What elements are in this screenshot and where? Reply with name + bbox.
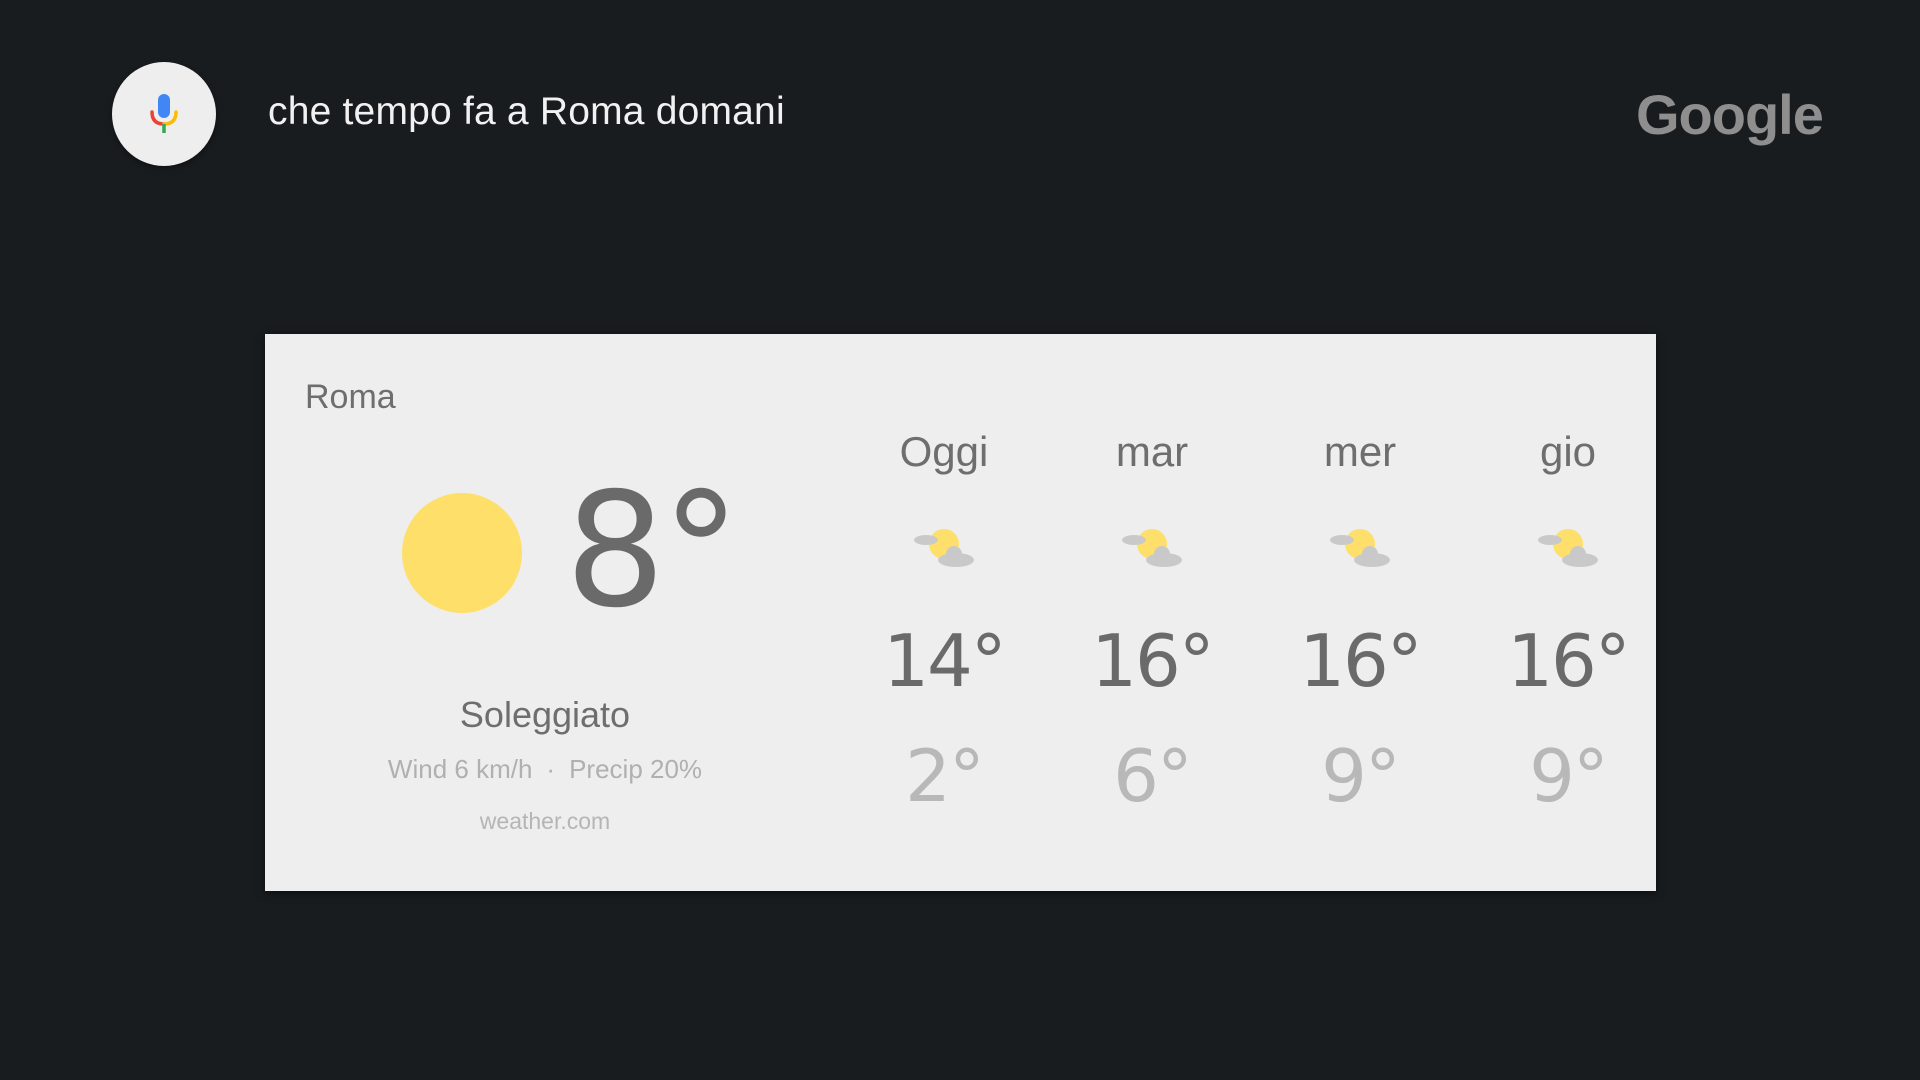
precip-text: Precip 20% [569, 754, 703, 784]
sun-icon [402, 493, 522, 613]
microphone-icon [150, 94, 178, 133]
partly-cloudy-icon [1122, 529, 1182, 567]
forecast-low: 2° [905, 734, 985, 818]
forecast-high: 16° [1091, 619, 1215, 703]
forecast-day: mer 16° 9° [1256, 334, 1464, 891]
forecast-day-name: mer [1323, 428, 1397, 475]
voice-query-text: che tempo fa a Roma domani [268, 90, 785, 133]
forecast-day: Oggi 14° 2° [840, 334, 1048, 891]
forecast-low: 9° [1529, 734, 1609, 818]
wind-text: Wind 6 km/h [387, 754, 533, 784]
forecast-day: mar 16° 6° [1048, 334, 1256, 891]
weather-details: Wind 6 km/h · Precip 20% [265, 754, 825, 785]
forecast-high: 14° [883, 619, 1007, 703]
forecast-high: 16° [1507, 619, 1631, 703]
partly-cloudy-icon [1538, 529, 1598, 567]
forecast-low: 6° [1113, 734, 1193, 818]
voice-search-bar: che tempo fa a Roma domani Google [0, 0, 1920, 230]
weather-card[interactable]: Roma 8° Soleggiato Wind 6 km/h · Precip 20… [265, 334, 1656, 891]
details-separator: · [546, 754, 556, 784]
partly-cloudy-icon [1330, 529, 1390, 567]
weather-source: weather.com [479, 808, 611, 834]
microphone-button[interactable] [112, 62, 216, 166]
weather-condition: Soleggiato [459, 694, 631, 735]
forecast-day-name: Oggi [899, 428, 989, 475]
forecast: Oggi 14° 2° mar 16° 6° mer 16° 9° gio 16… [840, 334, 1672, 891]
forecast-day: gio 16° 9° [1464, 334, 1672, 891]
google-logo: Google [1636, 83, 1824, 146]
partly-cloudy-icon [914, 529, 974, 567]
forecast-day-name: mar [1115, 428, 1189, 475]
current-weather: 8° Soleggiato Wind 6 km/h · Precip 20% wea… [265, 334, 825, 891]
forecast-day-name: gio [1539, 428, 1597, 475]
forecast-low: 9° [1321, 734, 1401, 818]
forecast-high: 16° [1299, 619, 1423, 703]
current-temperature: 8° [565, 459, 741, 643]
